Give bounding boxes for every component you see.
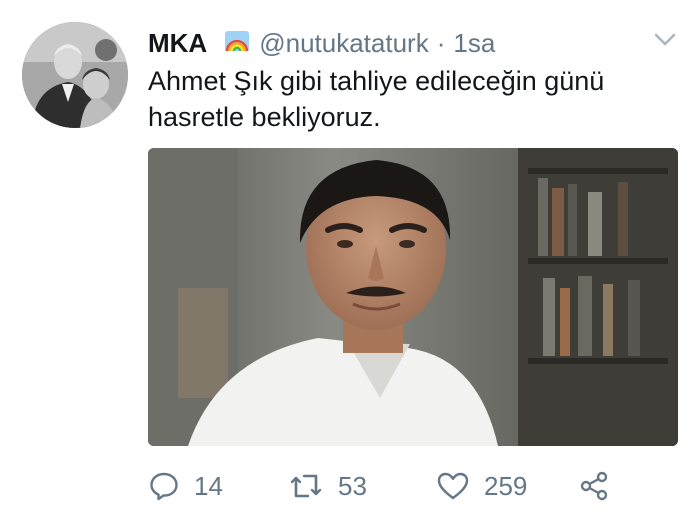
retweet-count: 53 bbox=[338, 470, 367, 501]
share-icon bbox=[578, 470, 610, 502]
photo bbox=[148, 148, 678, 446]
user-handle[interactable]: @nutukataturk bbox=[259, 28, 428, 59]
tweet-text: Ahmet Şık gibi tahliye edileceğin günü h… bbox=[148, 66, 605, 132]
avatar[interactable] bbox=[22, 22, 128, 128]
like-button[interactable]: 259 bbox=[436, 466, 527, 506]
retweet-icon bbox=[288, 470, 324, 502]
display-name[interactable]: MKA bbox=[148, 28, 207, 59]
reply-button[interactable]: 14 bbox=[148, 466, 223, 506]
avatar-image bbox=[22, 22, 128, 128]
tweet-media-image[interactable] bbox=[148, 148, 678, 446]
reply-icon bbox=[148, 470, 180, 502]
tweet-header: MKA @nutukataturk · 1sa bbox=[148, 26, 495, 60]
retweet-button[interactable]: 53 bbox=[288, 466, 367, 506]
separator-dot: · bbox=[436, 27, 446, 58]
rainbow-flag-icon bbox=[225, 31, 250, 55]
timestamp[interactable]: 1sa bbox=[453, 28, 495, 59]
tweet-actions: 14 53 259 bbox=[148, 466, 678, 506]
share-button[interactable] bbox=[578, 466, 610, 506]
heart-icon bbox=[436, 470, 470, 502]
reply-count: 14 bbox=[194, 470, 223, 501]
like-count: 259 bbox=[484, 470, 528, 501]
chevron-down-icon[interactable] bbox=[652, 28, 678, 50]
